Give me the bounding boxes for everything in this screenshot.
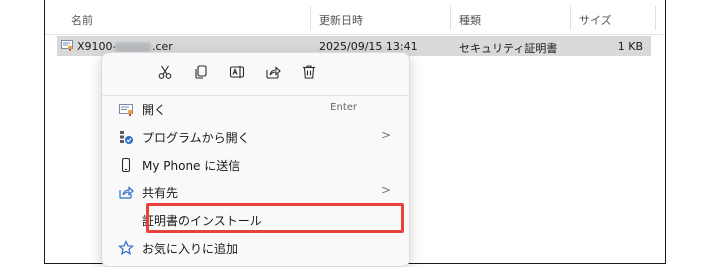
column-name[interactable]: 名前 [71,12,93,28]
column-header: 名前 更新日時 種類 サイズ [45,0,665,35]
phone-icon [118,157,134,173]
certificate-icon [118,101,134,117]
rename-icon [229,64,245,84]
column-type[interactable]: 種類 [459,12,481,28]
menu-item-label: プログラムから開く [142,131,250,145]
delete-icon [301,64,317,84]
cut-button[interactable] [154,63,176,85]
copy-icon [193,64,209,84]
column-divider[interactable] [570,6,571,30]
apps-icon [118,129,134,145]
rename-button[interactable] [226,63,248,85]
cut-icon [157,64,173,84]
context-toolbar [102,53,409,93]
share-icon [118,184,134,200]
copy-button[interactable] [190,63,212,85]
column-divider[interactable] [310,6,311,30]
share-button[interactable] [262,63,284,85]
menu-item-add-to-favorites[interactable]: お気に入りに追加 [106,236,403,260]
column-modified[interactable]: 更新日時 [319,12,363,28]
chevron-right-icon: > [380,183,391,197]
share-icon [265,64,281,84]
chevron-right-icon: > [380,128,391,142]
menu-item-label: 共有先 [142,186,179,200]
column-divider[interactable] [655,6,656,30]
certificate-icon [61,40,73,51]
highlight-box [146,203,404,233]
context-menu: 開く Enter プログラムから開く > My Phone に送信 共有先 > … [101,52,410,267]
menu-item-label: My Phone に送信 [142,159,241,173]
file-type: セキュリティ証明書 [459,42,558,55]
shortcut-label: Enter [330,102,357,113]
menu-item-open[interactable]: 開く Enter [106,97,403,121]
file-size: 1 KB [617,40,643,53]
menu-item-send-to-phone[interactable]: My Phone に送信 [106,153,403,177]
menu-item-share[interactable]: 共有先 > [106,180,403,204]
menu-item-label: お気に入りに追加 [142,242,239,256]
menu-divider [102,95,409,96]
delete-button[interactable] [298,63,320,85]
star-icon [118,240,134,256]
column-divider[interactable] [450,6,451,30]
redacted-name-part [115,42,151,52]
menu-item-open-with[interactable]: プログラムから開く > [106,125,403,149]
column-size[interactable]: サイズ [579,12,612,28]
menu-item-label: 開く [142,103,167,117]
